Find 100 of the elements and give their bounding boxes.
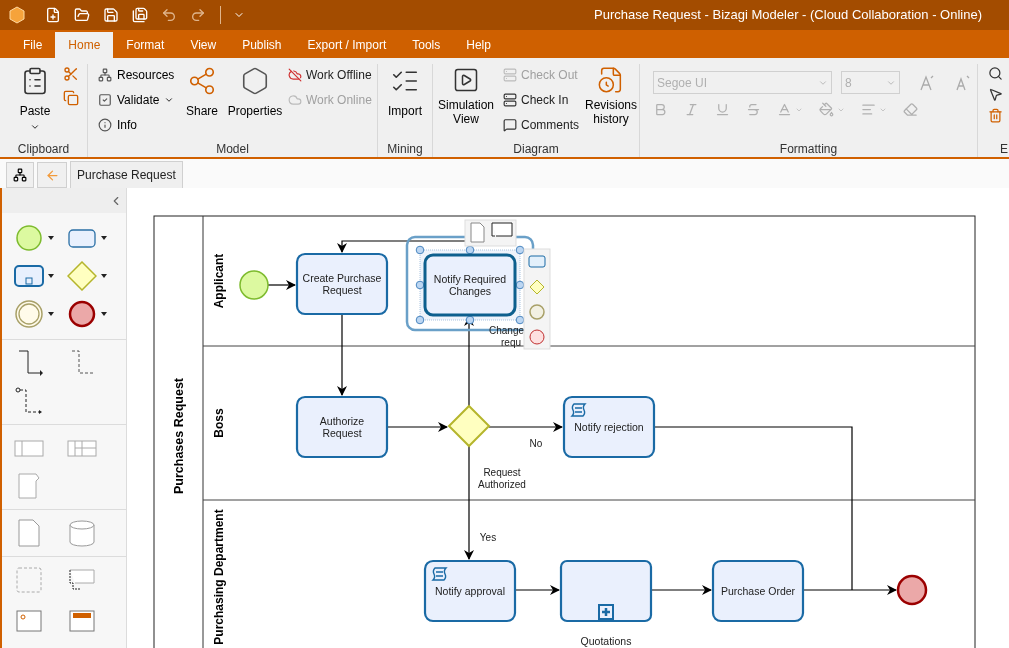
cloud-icon: [288, 93, 302, 107]
caret-icon[interactable]: [101, 312, 107, 316]
menu-tab[interactable]: Format: [113, 32, 178, 58]
lane-label: Purchasing Department: [212, 509, 226, 645]
bold-icon[interactable]: [653, 102, 668, 117]
app-logo-icon: [8, 6, 26, 24]
group-label: Formatting: [778, 141, 839, 157]
lane-label: Boss: [212, 408, 226, 438]
expand-icon[interactable]: [598, 604, 614, 620]
revisions-history-button[interactable]: Revisions history: [585, 64, 637, 141]
start-event: [239, 270, 269, 300]
server-icon: [503, 68, 517, 82]
group-label: E: [999, 141, 1009, 157]
simulation-view-button[interactable]: Simulation View: [435, 64, 497, 141]
ribbon-button[interactable]: Comments: [503, 116, 585, 134]
hexagon-icon: [240, 66, 270, 96]
caret-icon: [30, 122, 40, 132]
server-icon: [503, 93, 517, 107]
resize-handle[interactable]: [515, 245, 525, 255]
gateway: [447, 404, 491, 448]
caret-icon[interactable]: [101, 236, 107, 240]
window-title: Purchase Request - Bizagi Modeler - (Cloud Collaboration - Online): [594, 6, 982, 25]
task: Authorize Request: [295, 395, 389, 459]
play-icon: [452, 66, 480, 94]
caret-icon: [164, 95, 175, 105]
association-icon[interactable]: [14, 386, 44, 416]
ribbon-button[interactable]: Check In: [503, 91, 585, 109]
end-event-icon[interactable]: [529, 329, 545, 345]
data-store-icon[interactable]: [67, 518, 97, 548]
task: Notify rejection: [562, 395, 656, 459]
font-color-icon[interactable]: [777, 102, 792, 117]
resources-icon: [98, 68, 112, 82]
menu-tab[interactable]: Home: [55, 32, 114, 58]
menu-tab[interactable]: Tools: [399, 32, 454, 58]
caret-icon[interactable]: [48, 236, 54, 240]
eraser-icon[interactable]: [903, 102, 918, 117]
resize-handle[interactable]: [465, 245, 475, 255]
lane-label: Applicant: [212, 253, 226, 309]
resize-handle[interactable]: [415, 280, 425, 290]
group-label: Mining: [386, 141, 424, 157]
end-event-icon[interactable]: [67, 299, 97, 329]
fill-color-icon[interactable]: [819, 102, 834, 117]
select-icon[interactable]: [988, 87, 1003, 102]
share-button[interactable]: Share: [182, 64, 222, 141]
paste-button[interactable]: Paste: [15, 64, 55, 141]
resize-handle[interactable]: [515, 315, 525, 325]
cloud-icon: [288, 68, 302, 82]
cut-icon[interactable]: [63, 66, 79, 82]
copy-icon[interactable]: [63, 90, 79, 106]
caret-icon[interactable]: [48, 274, 54, 278]
shrink-font-icon[interactable]: [954, 74, 970, 91]
ribbon-button[interactable]: Resources: [98, 66, 182, 84]
menu-tab[interactable]: Export / Import: [294, 32, 400, 58]
intermediate-event-icon[interactable]: [529, 304, 545, 320]
task-icon[interactable]: [528, 255, 546, 268]
task: Create Purchase Request: [295, 252, 389, 316]
group-label: Diagram: [512, 141, 560, 157]
checkbox-icon: [98, 93, 112, 107]
start-event-icon[interactable]: [14, 223, 44, 253]
menu-tab[interactable]: Help: [453, 32, 504, 58]
grow-font-icon[interactable]: [919, 74, 935, 91]
flow-label: No: [529, 438, 543, 449]
task: Purchase Order: [711, 559, 805, 623]
caret-icon[interactable]: [101, 274, 107, 278]
sequence-flow: [514, 585, 560, 595]
sequence-flow: [267, 280, 296, 290]
task: Notify approval: [423, 559, 517, 623]
group-label: Clipboard: [16, 141, 71, 157]
ribbon-button[interactable]: Work Offline: [288, 66, 372, 84]
resize-handle[interactable]: [415, 315, 425, 325]
menu-tab[interactable]: View: [177, 32, 230, 58]
find-icon[interactable]: [988, 66, 1003, 81]
subprocess-label: Quotations: [580, 635, 632, 647]
document-tab[interactable]: Purchase Request: [70, 161, 183, 188]
comment-icon: [503, 118, 517, 132]
menu-tab[interactable]: File: [10, 32, 56, 58]
ribbon-button[interactable]: Validate: [98, 91, 182, 109]
flow-label: Yes: [479, 532, 497, 543]
annotation-icon[interactable]: [491, 222, 513, 237]
strikethrough-icon[interactable]: [746, 102, 761, 117]
info-icon: [98, 118, 112, 132]
sequence-flow: [386, 422, 448, 432]
properties-button[interactable]: Properties: [226, 64, 284, 141]
flow-label: Change requ: [489, 325, 525, 348]
import-button[interactable]: Import: [388, 64, 422, 141]
end-event: [896, 574, 928, 606]
share-icon: [187, 66, 217, 96]
ribbon-button[interactable]: Info: [98, 116, 182, 134]
align-icon[interactable]: [861, 102, 876, 117]
italic-icon[interactable]: [684, 102, 699, 117]
group-label: Model: [215, 141, 250, 157]
delete-icon[interactable]: [988, 108, 1003, 123]
flow-label: Request Authorized: [478, 467, 526, 490]
task: Notify Required Changes: [423, 253, 517, 317]
menu-tab[interactable]: Publish: [229, 32, 295, 58]
caret-icon[interactable]: [48, 312, 54, 316]
diagram-map-icon[interactable]: [6, 162, 34, 188]
underline-icon[interactable]: [715, 102, 730, 117]
resize-handle[interactable]: [465, 315, 475, 325]
resize-handle[interactable]: [415, 245, 425, 255]
